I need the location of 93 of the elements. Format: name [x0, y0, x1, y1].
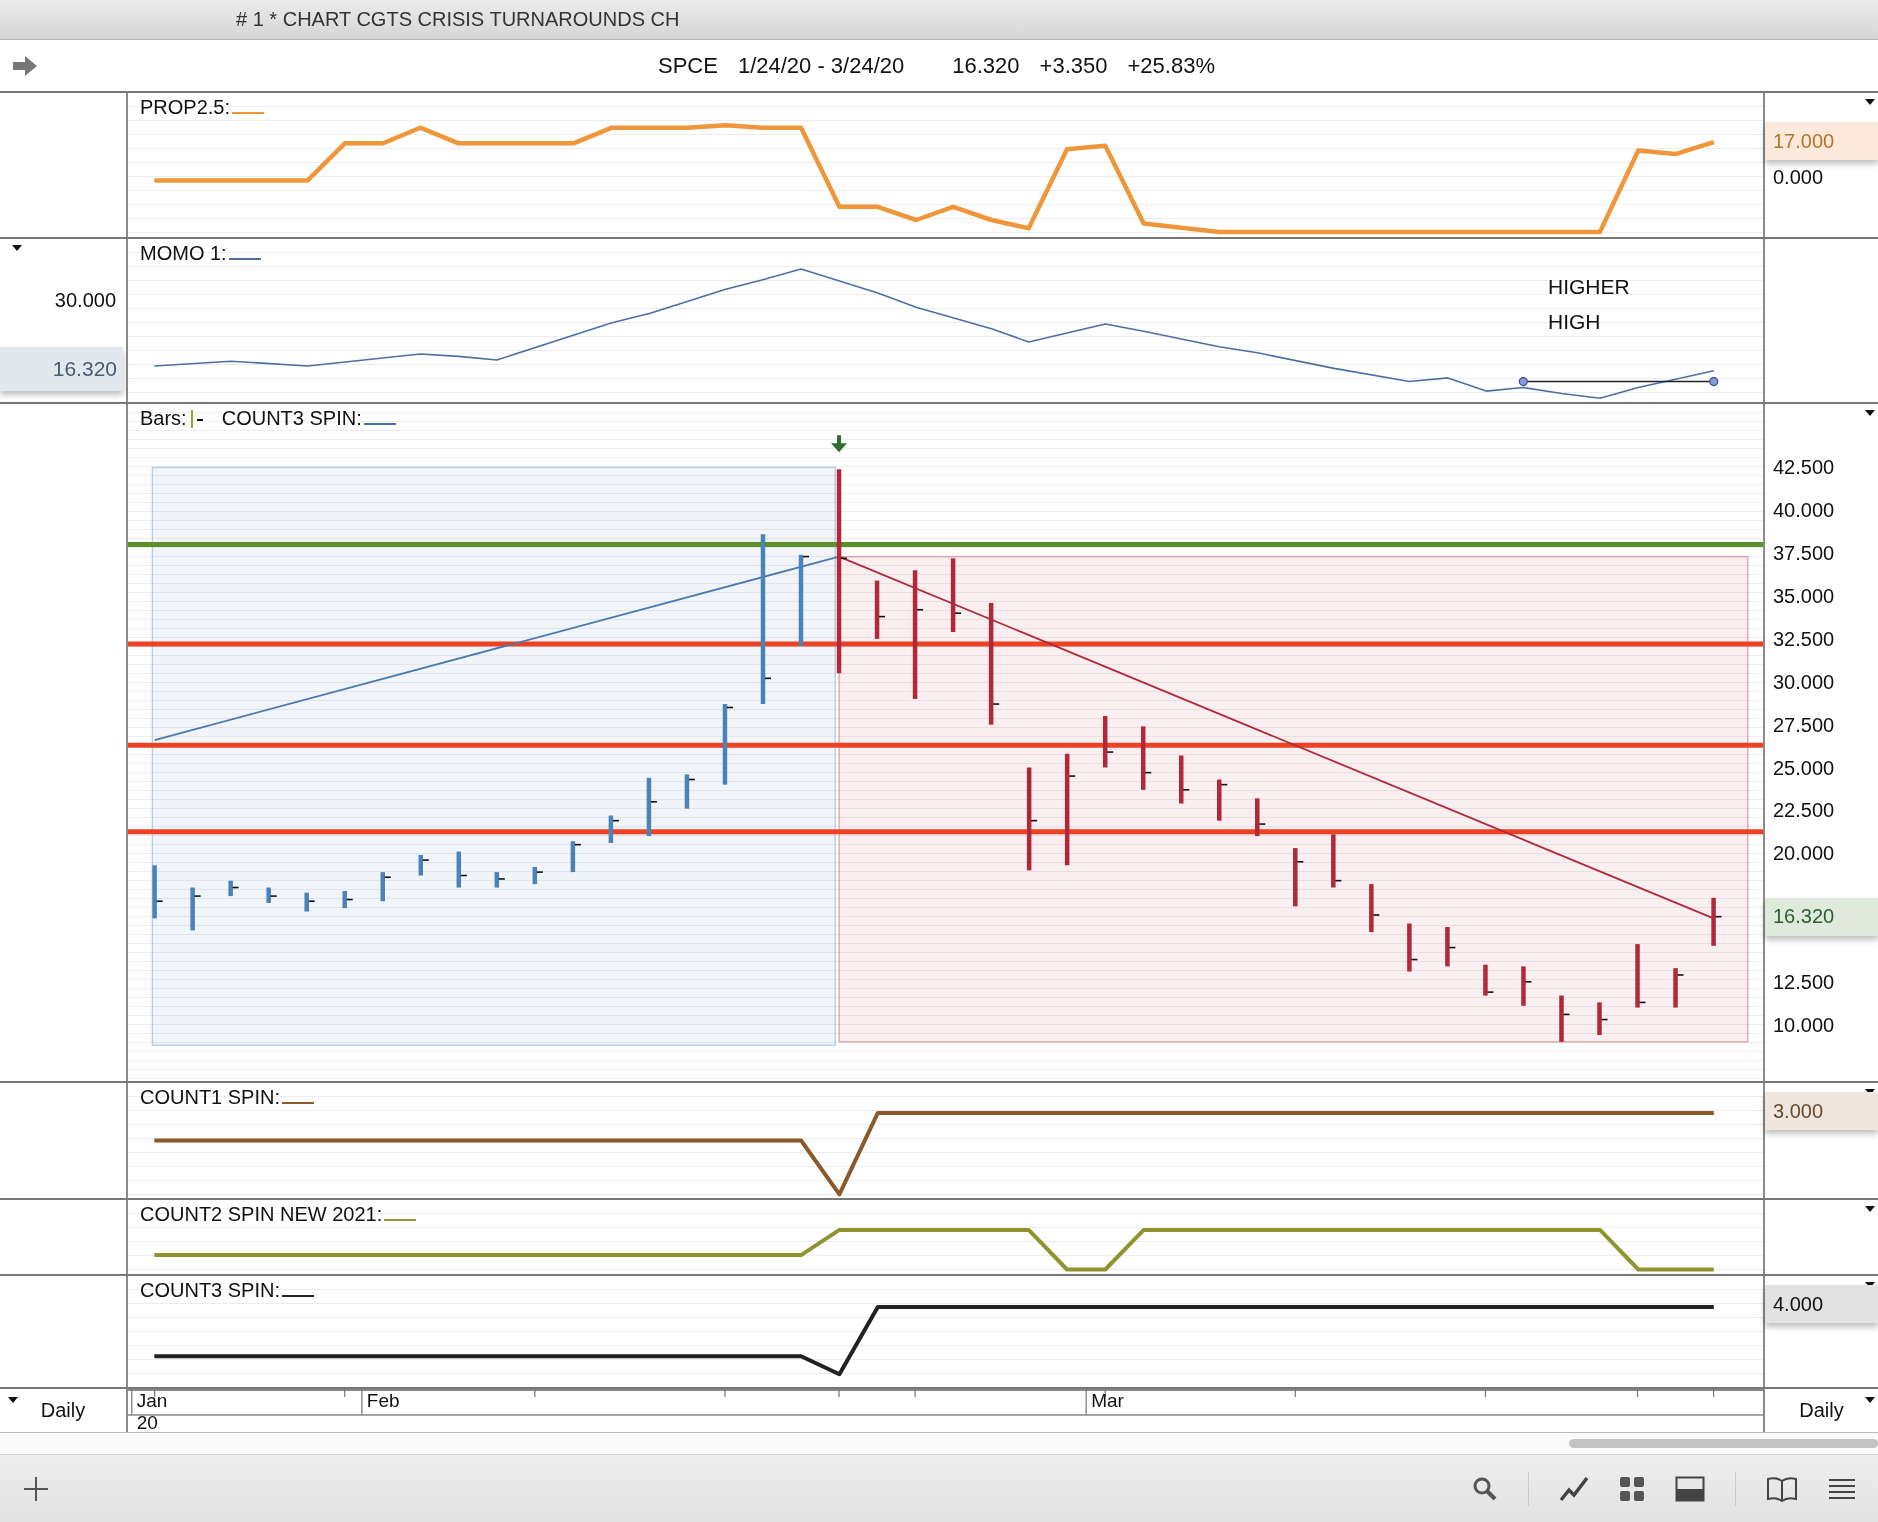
price-bar: [456, 851, 468, 888]
date-range: 1/24/20 - 3/24/20: [737, 52, 905, 79]
axis-label: 25.000: [1773, 755, 1835, 780]
price-bar: [684, 774, 696, 809]
value-badge: 16.320: [0, 347, 123, 391]
window-title: # 1 * CHART CGTS CRISIS TURNAROUNDS CH: [236, 8, 680, 31]
price-bar: [608, 815, 620, 843]
price-bar: [1597, 1002, 1609, 1035]
axis-label: 12.500: [1773, 969, 1835, 994]
bars-label: Bars:: [140, 407, 187, 430]
price-bar: [380, 872, 392, 902]
symbol: SPCE: [658, 52, 718, 79]
value-badge: 16.320: [1765, 897, 1878, 936]
price-bar: [1140, 726, 1152, 790]
price-bar: [190, 887, 202, 931]
value-badge: 3.000: [1765, 1092, 1878, 1130]
axis-label: 30.000: [1773, 669, 1835, 694]
axis-label: 35.000: [1773, 584, 1835, 609]
axis-label: 27.500: [1773, 712, 1835, 737]
axis-label: 10.000: [1773, 1012, 1835, 1037]
axis-label: 37.500: [1773, 541, 1835, 566]
level-line[interactable]: [128, 829, 1763, 835]
interval-label[interactable]: Daily: [1799, 1399, 1844, 1422]
price-bar: [1635, 944, 1647, 1008]
price-bar: [570, 841, 582, 873]
bar-style-icon: [189, 409, 204, 428]
price-bar: [1711, 897, 1723, 946]
value-badge: 17.000: [1765, 122, 1878, 160]
value-badge: 4.000: [1765, 1285, 1878, 1323]
price-bar: [1369, 884, 1381, 933]
price-bar: [418, 854, 430, 876]
percent-change: +25.83%: [1127, 52, 1215, 79]
price-bar: [1673, 968, 1685, 1008]
indicator-label: COUNT3 SPIN:: [140, 1279, 281, 1302]
date-label: Feb: [366, 1390, 400, 1412]
dropdown-icon[interactable]: [1865, 410, 1875, 416]
level-line[interactable]: [128, 742, 1763, 748]
arrow-icon[interactable]: [11, 54, 39, 77]
dropdown-icon[interactable]: [1865, 99, 1875, 105]
axis-label: 42.500: [1773, 455, 1835, 480]
axis-label: 0.000: [1773, 165, 1824, 189]
price-bar: [1445, 926, 1457, 967]
price-bar: [1407, 923, 1419, 972]
price-bar: [1179, 755, 1191, 804]
axis-label: 32.500: [1773, 626, 1835, 651]
price-bar: [304, 892, 316, 912]
search-icon[interactable]: [1472, 1475, 1498, 1502]
indicator-label: COUNT2 SPIN NEW 2021:: [140, 1203, 383, 1226]
menu-icon[interactable]: [1828, 1476, 1856, 1501]
indicator-label: COUNT3 SPIN:: [221, 407, 362, 430]
price-bar: [342, 890, 354, 909]
price-bar: [532, 866, 544, 885]
grid-icon[interactable]: [1619, 1475, 1645, 1502]
price-bar: [646, 777, 658, 837]
price-bar: [1483, 964, 1495, 996]
interval-label[interactable]: Daily: [40, 1399, 86, 1422]
dropdown-icon[interactable]: [1865, 1206, 1875, 1212]
chart-note: HIGHER HIGH: [1548, 274, 1630, 335]
dropdown-icon[interactable]: [1865, 1397, 1875, 1403]
price-bar: [1255, 798, 1267, 837]
scrollbar-thumb[interactable]: [1569, 1439, 1878, 1448]
price-bar: [1521, 966, 1533, 1006]
price-bar: [1217, 779, 1229, 821]
plus-icon[interactable]: [22, 1474, 50, 1503]
line-chart-icon[interactable]: [1559, 1475, 1589, 1502]
price-bar: [266, 887, 278, 903]
price-bar: [494, 872, 506, 888]
indicator-label: PROP2.5:: [140, 96, 231, 119]
indicator-label: COUNT1 SPIN:: [140, 1086, 281, 1109]
price-bar: [874, 580, 886, 639]
level-line[interactable]: [128, 542, 1763, 548]
indicator-label: MOMO 1:: [140, 242, 227, 265]
price-bar: [1293, 848, 1305, 907]
axis-label: 20.000: [1773, 841, 1835, 866]
dropdown-icon[interactable]: [12, 245, 22, 251]
axis-label: 30.000: [54, 289, 116, 312]
down-arrow-icon: [831, 435, 848, 453]
date-label: Jan: [136, 1390, 168, 1412]
axis-label: 22.500: [1773, 798, 1835, 823]
price-bar: [1559, 995, 1571, 1042]
price-bar: [1331, 834, 1343, 888]
book-icon[interactable]: [1766, 1475, 1798, 1502]
trend-line[interactable]: [1518, 376, 1719, 387]
last-price: 16.320: [952, 52, 1020, 79]
price-bar: [152, 865, 164, 919]
price-change: +3.350: [1039, 52, 1108, 79]
date-label: Mar: [1091, 1390, 1124, 1412]
dropdown-icon[interactable]: [8, 1397, 18, 1403]
price-bar: [228, 880, 240, 897]
panel-icon[interactable]: [1675, 1475, 1705, 1502]
price-bar: [1102, 716, 1114, 768]
axis-label: 40.000: [1773, 498, 1835, 523]
year-label: 20: [136, 1412, 158, 1434]
